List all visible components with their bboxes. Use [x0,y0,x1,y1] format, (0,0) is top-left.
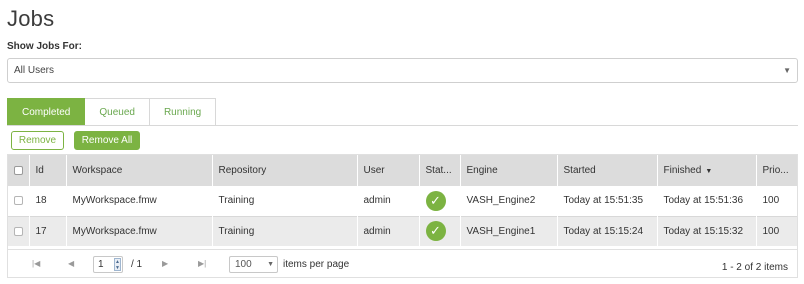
last-page-icon[interactable]: ▶| [198,259,206,268]
page-number-input[interactable]: 1 ▲ ▼ [93,256,123,273]
cell-priority: 100 [756,215,797,246]
row-checkbox[interactable] [14,196,23,206]
cell-status: ✓ [419,186,460,216]
pager: |◀ ◀ 1 ▲ ▼ / 1 ▶ ▶| 100 ▼ items per page … [7,249,798,278]
cell-user: admin [357,215,419,246]
first-page-icon[interactable]: |◀ [32,259,40,268]
cell-finished: Today at 15:51:36 [663,195,744,207]
show-jobs-for-label: Show Jobs For: [7,41,82,52]
user-filter-select[interactable]: All Users ▼ [7,58,798,83]
cell-id: 17 [29,215,66,246]
page-size-select[interactable]: 100 ▼ [229,256,278,273]
tab-running[interactable]: Running [149,98,217,126]
prev-page-icon[interactable]: ◀ [68,259,74,268]
cell-id: 18 [35,195,47,207]
column-header-finished[interactable]: Finished ▼ [657,155,757,186]
select-all-header[interactable] [8,155,30,186]
tab-completed[interactable]: Completed [7,98,86,126]
column-header-engine[interactable]: Engine [460,155,558,186]
cell-repository: Training [218,195,255,207]
next-page-icon[interactable]: ▶ [162,259,168,268]
chevron-down-icon: ▼ [783,66,791,75]
column-header-id[interactable]: Id [29,155,67,186]
page-size-value: 100 [235,259,252,270]
select-all-checkbox[interactable] [14,165,23,175]
pager-info: 1 - 2 of 2 items [721,262,788,273]
cell-workspace: MyWorkspace.fmw [72,195,157,207]
sort-descending-icon: ▼ [705,168,713,175]
page-title: Jobs [7,6,55,31]
job-tabs: Completed Queued Running [7,98,217,126]
jobs-table: Id Workspace Repository User Stat... Eng… [8,155,797,246]
page-spinner-icon[interactable]: ▲ ▼ [114,258,121,271]
column-header-finished-label: Finished [663,165,702,176]
row-select-cell[interactable] [8,215,29,246]
page-count-label: / 1 [131,259,143,270]
tab-divider [7,125,798,126]
column-header-started[interactable]: Started [557,155,658,186]
cell-started: Today at 15:51:35 [563,195,644,207]
cell-user: admin [363,195,391,207]
cell-finished: Today at 15:15:32 [657,215,756,246]
cell-repository: Training [212,215,357,246]
table-header-row: Id Workspace Repository User Stat... Eng… [8,155,797,186]
row-checkbox[interactable] [14,226,23,236]
column-header-workspace[interactable]: Workspace [66,155,213,186]
check-circle-icon: ✓ [425,221,446,242]
user-filter-value: All Users [14,65,55,76]
cell-workspace: MyWorkspace.fmw [66,215,212,246]
cell-priority: 100 [762,195,780,207]
chevron-down-icon: ▼ [267,261,274,268]
table-row[interactable]: 17 MyWorkspace.fmw Training admin ✓ VASH… [8,215,797,246]
page-number-value: 1 [98,259,104,270]
table-row[interactable]: 18 MyWorkspace.fmw Training admin ✓ VASH… [8,186,797,216]
column-header-status[interactable]: Stat... [419,155,461,186]
column-header-priority[interactable]: Prio... [756,155,797,186]
remove-button[interactable]: Remove [11,131,64,150]
column-header-user[interactable]: User [357,155,420,186]
cell-engine: VASH_Engine1 [460,215,557,246]
cell-engine: VASH_Engine2 [466,195,536,207]
items-per-page-label: items per page [283,259,350,270]
cell-started: Today at 15:15:24 [557,215,657,246]
remove-all-button[interactable]: Remove All [74,131,140,150]
column-header-repository[interactable]: Repository [212,155,358,186]
row-select-cell[interactable] [8,186,29,216]
tab-queued[interactable]: Queued [85,98,150,126]
check-circle-icon: ✓ [425,190,446,211]
cell-status: ✓ [419,215,460,246]
